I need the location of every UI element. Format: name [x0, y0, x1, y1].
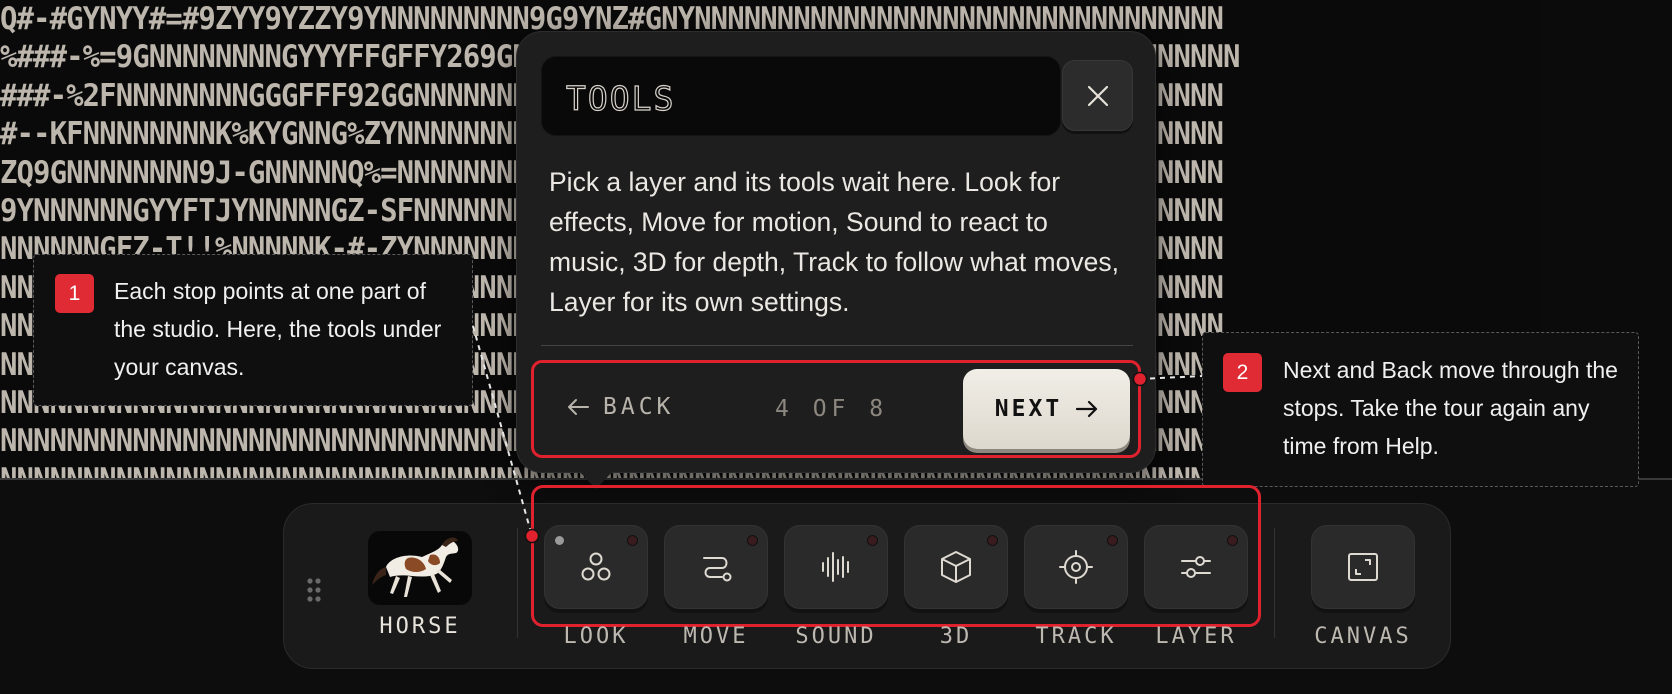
- status-dot: [987, 535, 998, 546]
- horse-image: [372, 537, 459, 597]
- back-button[interactable]: BACK: [567, 394, 674, 420]
- tool-3d-button[interactable]: [904, 525, 1008, 609]
- look-icon: [581, 552, 611, 581]
- back-label: BACK: [603, 394, 675, 420]
- status-dot: [747, 535, 758, 546]
- divider: [541, 345, 1133, 346]
- active-indicator: [555, 536, 564, 545]
- divider: [1274, 528, 1275, 638]
- close-button[interactable]: [1062, 60, 1133, 131]
- tool-track-label: TRACK: [1035, 624, 1117, 649]
- tool-look-label: LOOK: [563, 624, 629, 649]
- move-icon: [703, 557, 732, 582]
- status-dot: [867, 535, 878, 546]
- step-counter: 4 OF 8: [775, 396, 889, 422]
- layer-name: HORSE: [379, 614, 461, 639]
- canvas-frame-icon: [1348, 553, 1378, 581]
- tool-sound-button[interactable]: [784, 525, 888, 609]
- tool-track-button[interactable]: [1024, 525, 1128, 609]
- popover-description: Pick a layer and its tools wait here. Lo…: [549, 167, 1119, 317]
- layer-thumbnail[interactable]: [368, 531, 472, 605]
- popover-title: TOOLS: [565, 78, 676, 118]
- drag-handle-icon[interactable]: [306, 577, 322, 603]
- callout-number: 1: [55, 274, 94, 313]
- callout-number: 2: [1223, 353, 1262, 392]
- callout-text: Each stop points at one part of the stud…: [114, 278, 442, 380]
- callout-2: 2 Next and Back move through the stops. …: [1202, 332, 1639, 487]
- bottom-toolbar: HORSE LOOK MOVE SOUND 3D TRACK LAYER CAN…: [283, 485, 1451, 669]
- status-dot: [627, 535, 638, 546]
- arrow-right-icon: [1076, 400, 1098, 418]
- tool-layer-label: LAYER: [1155, 624, 1237, 649]
- cube-icon: [941, 551, 971, 583]
- track-icon: [1059, 550, 1093, 584]
- tool-sound-label: SOUND: [795, 624, 877, 649]
- divider: [517, 528, 518, 638]
- callout-1: 1 Each stop points at one part of the st…: [33, 254, 473, 406]
- callout-text: Next and Back move through the stops. Ta…: [1283, 357, 1618, 459]
- sliders-icon: [1181, 556, 1211, 578]
- tool-move-label: MOVE: [683, 624, 749, 649]
- tool-3d-label: 3D: [939, 624, 973, 649]
- arrow-left-icon: [568, 399, 589, 415]
- canvas-button[interactable]: [1311, 525, 1415, 609]
- status-dot: [1107, 535, 1118, 546]
- next-label: NEXT: [994, 396, 1063, 422]
- canvas-label: CANVAS: [1314, 624, 1412, 649]
- close-icon: [1087, 85, 1108, 106]
- tour-popover: TOOLS Pick a layer and its tools wait he…: [516, 31, 1156, 473]
- title-box: TOOLS: [541, 56, 1061, 136]
- sound-icon: [822, 552, 849, 582]
- tool-move-button[interactable]: [664, 525, 768, 609]
- next-button[interactable]: NEXT: [963, 369, 1130, 449]
- tool-look-button[interactable]: [544, 525, 648, 609]
- tool-layer-button[interactable]: [1144, 525, 1248, 609]
- status-dot: [1227, 535, 1238, 546]
